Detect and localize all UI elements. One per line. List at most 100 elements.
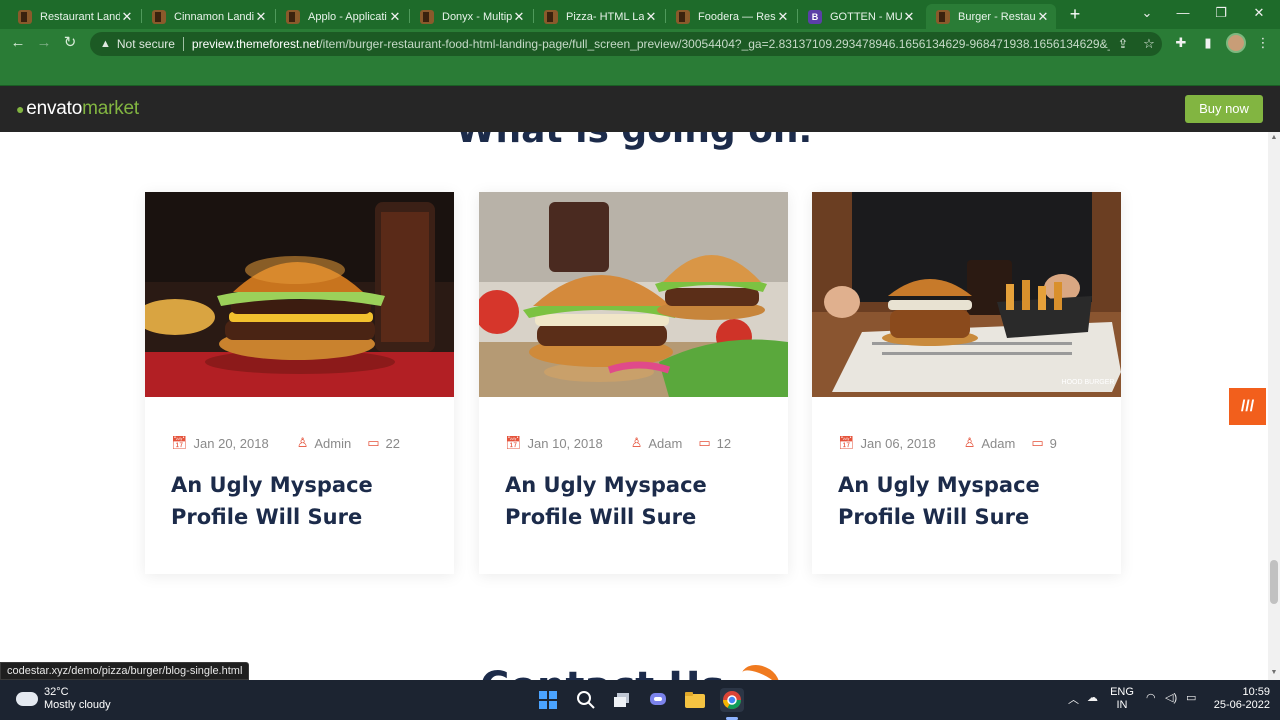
post-author[interactable]: Admin <box>314 436 351 451</box>
post-author[interactable]: Adam <box>648 436 682 451</box>
blog-card[interactable]: HOOD BURGER 📅︎ Jan 06, 2018 ♙ Adam ▭ 9 A… <box>812 192 1121 574</box>
close-icon[interactable]: ✕ <box>644 9 658 25</box>
themeforest-icon <box>936 9 950 24</box>
folder-icon <box>685 692 705 708</box>
reload-icon[interactable]: ↻ <box>60 34 80 54</box>
burger-photo[interactable] <box>479 192 788 397</box>
tab-applo[interactable]: Applo - Applicati ✕ <box>276 4 408 29</box>
tab-strip: Restaurant Landi ✕ Cinnamon Landin ✕ App… <box>0 0 1280 29</box>
volume-icon[interactable]: ◁) <box>1165 691 1177 704</box>
close-icon[interactable]: ✕ <box>254 9 268 25</box>
user-icon: ♙ <box>296 435 309 450</box>
windows-logo-icon <box>539 691 557 709</box>
scrollbar-thumb[interactable] <box>1270 560 1278 604</box>
themeforest-icon <box>152 9 166 24</box>
tab-foodera[interactable]: Foodera — Respo ✕ <box>666 4 796 29</box>
comment-icon: ▭ <box>1031 435 1044 450</box>
bootstrap-icon: B <box>808 9 822 24</box>
tab-title: Donyx - Multipur <box>442 10 512 23</box>
extensions-icon[interactable]: ✚ <box>1172 35 1190 53</box>
close-icon[interactable]: ✕ <box>776 9 790 25</box>
url-text[interactable]: preview.themeforest.net/item/burger-rest… <box>192 37 1110 51</box>
themeforest-icon <box>18 9 32 24</box>
tab-cinnamon[interactable]: Cinnamon Landin ✕ <box>142 4 274 29</box>
tab-donyx[interactable]: Donyx - Multipur ✕ <box>410 4 532 29</box>
chrome-logo-icon <box>723 691 741 710</box>
language-indicator[interactable]: ENG IN <box>1110 686 1134 712</box>
post-author[interactable]: Adam <box>981 436 1015 451</box>
back-icon[interactable]: ← <box>8 34 28 54</box>
bookmark-star-icon[interactable]: ☆ <box>1136 36 1162 52</box>
close-icon[interactable]: ✕ <box>388 9 402 25</box>
post-date[interactable]: Jan 10, 2018 <box>528 436 603 451</box>
not-secure-label[interactable]: Not secure <box>117 37 175 51</box>
post-comments[interactable]: 12 <box>717 436 731 451</box>
clock[interactable]: 10:59 25-06-2022 <box>1206 686 1270 712</box>
menu-icon[interactable]: ⋮ <box>1254 35 1272 53</box>
tab-search-icon[interactable]: ⌄ <box>1132 4 1162 24</box>
post-comments[interactable]: 22 <box>386 436 400 451</box>
burger-photo-art: HOOD BURGER <box>812 192 1121 397</box>
close-icon[interactable]: ✕ <box>120 9 134 25</box>
preview-header-band <box>0 58 1280 86</box>
search-icon[interactable] <box>574 688 598 712</box>
forward-icon[interactable]: → <box>34 34 54 54</box>
teams-chat-icon[interactable] <box>646 688 670 712</box>
post-title[interactable]: An Ugly Myspace Profile Will Sure <box>505 469 765 533</box>
post-meta: 📅︎ Jan 06, 2018 ♙ Adam ▭ 9 <box>838 435 1057 451</box>
chat-bubble-icon <box>650 693 666 705</box>
maximize-icon[interactable]: ❐ <box>1206 4 1236 24</box>
tab-pizza[interactable]: Pizza- HTML Lanc ✕ <box>534 4 664 29</box>
chevron-up-icon[interactable]: ︿ <box>1068 691 1079 707</box>
envato-logo[interactable]: ● envato market <box>16 98 139 120</box>
browser-toolbar: ← → ↻ ▲ Not secure preview.themeforest.n… <box>0 29 1280 58</box>
weather-text: Mostly cloudy <box>44 699 111 711</box>
post-meta: 📅︎ Jan 10, 2018 ♙ Adam ▭ 12 <box>505 435 731 451</box>
warning-icon[interactable]: ▲ <box>100 38 111 50</box>
buy-now-button[interactable]: Buy now <box>1185 95 1263 123</box>
wifi-icon[interactable]: ◠ <box>1146 691 1156 704</box>
close-window-icon[interactable]: ✕ <box>1244 4 1274 24</box>
envato-side-badge-icon[interactable]: /// <box>1229 388 1266 425</box>
task-view-icon[interactable] <box>610 688 634 712</box>
next-section-heading: Contact Us <box>480 664 724 680</box>
post-title[interactable]: An Ugly Myspace Profile Will Sure <box>838 469 1098 533</box>
task-view-glyph-icon <box>614 693 629 707</box>
avatar[interactable] <box>1226 33 1246 53</box>
close-icon[interactable]: ✕ <box>1036 9 1050 25</box>
tab-title: Foodera — Respo <box>698 10 776 23</box>
tab-title: Restaurant Landi <box>40 10 120 23</box>
tab-restaurant[interactable]: Restaurant Landi ✕ <box>8 4 140 29</box>
share-icon[interactable]: ⇪ <box>1110 36 1136 52</box>
windows-start-icon[interactable] <box>536 688 560 712</box>
burger-photo[interactable] <box>145 192 454 397</box>
post-title[interactable]: An Ugly Myspace Profile Will Sure <box>171 469 431 533</box>
themeforest-icon <box>420 9 434 24</box>
close-icon[interactable]: ✕ <box>902 9 916 25</box>
post-date[interactable]: Jan 20, 2018 <box>194 436 269 451</box>
tab-burger[interactable]: Burger - Restaura ✕ <box>926 4 1056 29</box>
blog-card[interactable]: 📅︎ Jan 20, 2018 ♙ Admin ▭ 22 An Ugly Mys… <box>145 192 454 574</box>
burger-photo[interactable]: HOOD BURGER <box>812 192 1121 397</box>
tab-gotten[interactable]: B GOTTEN - MULTIP ✕ <box>798 4 922 29</box>
address-bar[interactable]: ▲ Not secure preview.themeforest.net/ite… <box>90 32 1162 56</box>
close-icon[interactable]: ✕ <box>512 9 526 25</box>
file-explorer-icon[interactable] <box>683 688 707 712</box>
scroll-up-icon[interactable]: ▲ <box>1268 134 1280 144</box>
time: 10:59 <box>1242 686 1270 698</box>
post-meta: 📅︎ Jan 20, 2018 ♙ Admin ▭ 22 <box>171 435 400 451</box>
onedrive-cloud-icon[interactable]: ☁ <box>1087 691 1098 704</box>
user-icon: ♙ <box>963 435 976 450</box>
minimize-icon[interactable]: — <box>1168 4 1198 24</box>
side-panel-icon[interactable]: ▮ <box>1199 35 1217 53</box>
battery-icon[interactable]: ▭ <box>1186 691 1196 704</box>
post-comments[interactable]: 9 <box>1050 436 1057 451</box>
blog-card[interactable]: 📅︎ Jan 10, 2018 ♙ Adam ▭ 12 An Ugly Mysp… <box>479 192 788 574</box>
weather-widget[interactable]: 32°C Mostly cloudy <box>13 686 111 712</box>
themeforest-icon <box>676 9 690 24</box>
scroll-down-icon[interactable]: ▼ <box>1268 669 1280 679</box>
post-date[interactable]: Jan 06, 2018 <box>861 436 936 451</box>
new-tab-button[interactable]: + <box>1064 4 1086 26</box>
user-icon: ♙ <box>630 435 643 450</box>
chrome-icon[interactable] <box>720 688 744 712</box>
